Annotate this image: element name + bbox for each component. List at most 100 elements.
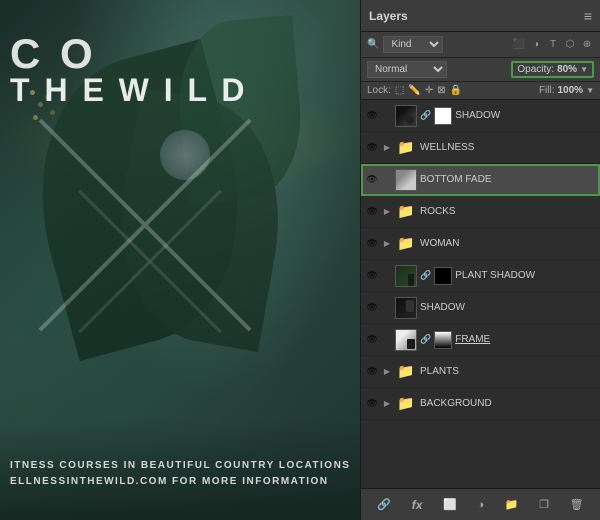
panel-title: Layers (369, 9, 408, 23)
canvas-text-top: C O (10, 30, 97, 78)
new-layer-button[interactable]: ❐ (535, 496, 553, 513)
expand-arrow[interactable] (382, 111, 392, 121)
layer-item[interactable]: 🔗 SHADOW (361, 100, 600, 132)
canvas-area: C O T H E W I L D ITNESS COURSES IN BEAU… (0, 0, 360, 520)
layer-thumbnail (395, 329, 417, 351)
visibility-toggle[interactable] (365, 141, 379, 155)
adjustment-button[interactable]: ◑ (473, 497, 488, 513)
fill-section: Fill: 100% ▼ (539, 85, 594, 96)
add-mask-button[interactable]: ⬜ (439, 496, 461, 513)
layer-name: SHADOW (420, 302, 596, 313)
filter-icons: ⬛ ◑ T ⬡ ⊕ (512, 38, 594, 52)
mask-thumbnail (434, 107, 452, 125)
layer-name: ROCKS (420, 206, 596, 217)
expand-arrow[interactable] (382, 175, 392, 185)
layer-name: WOMAN (420, 238, 596, 249)
expand-arrow[interactable] (382, 303, 392, 313)
visibility-toggle[interactable] (365, 365, 379, 379)
search-icon: 🔍 (367, 39, 379, 50)
layer-thumbnail (395, 297, 417, 319)
layers-panel: Layers ≡ 🔍 Kind Name Effect ⬛ ◑ T ⬡ ⊕ No… (360, 0, 600, 520)
folder-icon: 📁 (395, 393, 417, 415)
visibility-toggle[interactable] (365, 237, 379, 251)
filter-kind-select[interactable]: Kind Name Effect (383, 36, 443, 53)
chain-link-icon: 🔗 (420, 334, 431, 345)
expand-arrow[interactable] (382, 335, 392, 345)
panel-menu-icon[interactable]: ≡ (584, 8, 592, 24)
opacity-label: Opacity: (517, 64, 554, 75)
visibility-toggle[interactable] (365, 397, 379, 411)
adjust-filter-icon[interactable]: ◑ (529, 38, 543, 52)
chain-link-icon: 🔗 (420, 110, 431, 121)
canvas-bottom-line1: ITNESS COURSES IN BEAUTIFUL COUNTRY LOCA… (10, 458, 350, 474)
expand-arrow[interactable]: ▶ (382, 399, 392, 409)
layer-name: PLANTS (420, 366, 596, 377)
panel-footer: 🔗 fx ⬜ ◑ 📁 ❐ 🗑 (361, 488, 600, 520)
layer-name: PLANT SHADOW (455, 270, 596, 281)
visibility-toggle[interactable] (365, 109, 379, 123)
fx-button[interactable]: fx (408, 496, 427, 514)
lock-image-icon[interactable]: ✏️ (408, 85, 420, 96)
delete-layer-button[interactable]: 🗑 (566, 496, 588, 513)
expand-arrow[interactable]: ▶ (382, 207, 392, 217)
layers-list: 🔗SHADOW▶📁WELLNESSBOTTOM FADE▶📁ROCKS▶📁WOM… (361, 100, 600, 488)
panel-header: Layers ≡ (361, 0, 600, 32)
visibility-toggle[interactable] (365, 333, 379, 347)
lock-position-icon[interactable]: ✛ (425, 85, 433, 96)
new-group-button[interactable]: 📁 (501, 496, 523, 513)
layer-item[interactable]: SHADOW (361, 292, 600, 324)
layer-name: BOTTOM FADE (420, 174, 596, 185)
blend-mode-select[interactable]: Normal Multiply Screen Overlay (367, 61, 447, 78)
layer-name: BACKGROUND (420, 398, 596, 409)
visibility-toggle[interactable] (365, 173, 379, 187)
fill-label: Fill: (539, 85, 555, 96)
layer-item[interactable]: ▶📁WOMAN (361, 228, 600, 260)
layer-item[interactable]: ▶📁PLANTS (361, 356, 600, 388)
pixel-filter-icon[interactable]: ⬛ (512, 38, 526, 52)
mask-thumbnail (434, 331, 452, 349)
expand-arrow[interactable]: ▶ (382, 143, 392, 153)
folder-icon: 📁 (395, 137, 417, 159)
canvas-bottom-line2: ELLNESSINTHEWILD.COM FOR MORE INFORMATIO… (10, 474, 350, 490)
folder-icon: 📁 (395, 201, 417, 223)
expand-arrow[interactable]: ▶ (382, 239, 392, 249)
layer-name: SHADOW (455, 110, 596, 121)
expand-arrow[interactable]: ▶ (382, 367, 392, 377)
lock-pixels-icon[interactable]: ⬚ (395, 85, 404, 96)
smart-filter-icon[interactable]: ⊕ (580, 38, 594, 52)
layer-item[interactable]: BOTTOM FADE (361, 164, 600, 196)
layer-name: FRAME (455, 334, 596, 345)
filter-row: 🔍 Kind Name Effect ⬛ ◑ T ⬡ ⊕ (361, 32, 600, 58)
visibility-toggle[interactable] (365, 269, 379, 283)
fill-value[interactable]: 100% (558, 85, 584, 96)
lock-icons: ⬚ ✏️ ✛ ⊠ 🔒 (395, 85, 462, 96)
layer-item[interactable]: ▶📁ROCKS (361, 196, 600, 228)
lock-label: Lock: (367, 85, 391, 96)
layer-name: WELLNESS (420, 142, 596, 153)
opacity-dropdown-icon[interactable]: ▼ (580, 65, 588, 74)
layer-thumbnail (395, 265, 417, 287)
lock-all-icon[interactable]: 🔒 (450, 85, 462, 96)
link-layers-button[interactable]: 🔗 (373, 496, 395, 513)
layer-item[interactable]: ▶📁WELLNESS (361, 132, 600, 164)
layer-item[interactable]: ▶📁BACKGROUND (361, 388, 600, 420)
blend-row: Normal Multiply Screen Overlay Opacity: … (361, 58, 600, 82)
layer-thumbnail (395, 105, 417, 127)
expand-arrow[interactable] (382, 271, 392, 281)
layer-thumbnail (395, 169, 417, 191)
canvas-bottom-text: ITNESS COURSES IN BEAUTIFUL COUNTRY LOCA… (10, 458, 350, 490)
opacity-section: Opacity: 80% ▼ (511, 61, 594, 78)
lock-artboard-icon[interactable]: ⊠ (437, 85, 445, 96)
visibility-toggle[interactable] (365, 301, 379, 315)
fill-dropdown-icon[interactable]: ▼ (586, 86, 594, 95)
chain-link-icon: 🔗 (420, 270, 431, 281)
opacity-value[interactable]: 80% (557, 64, 577, 75)
layer-item[interactable]: 🔗 FRAME (361, 324, 600, 356)
folder-icon: 📁 (395, 233, 417, 255)
mask-thumbnail (434, 267, 452, 285)
type-filter-icon[interactable]: T (546, 38, 560, 52)
visibility-toggle[interactable] (365, 205, 379, 219)
layer-item[interactable]: 🔗 PLANT SHADOW (361, 260, 600, 292)
shape-filter-icon[interactable]: ⬡ (563, 38, 577, 52)
lock-row: Lock: ⬚ ✏️ ✛ ⊠ 🔒 Fill: 100% ▼ (361, 82, 600, 100)
